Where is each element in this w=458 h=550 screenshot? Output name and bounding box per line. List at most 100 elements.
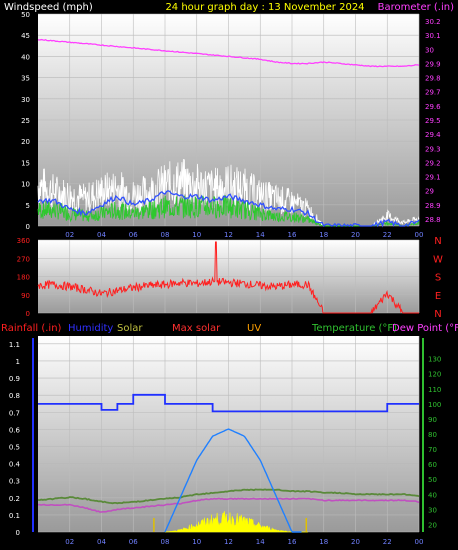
x-tick-label: 16: [288, 538, 297, 546]
temp-humidity-solar-panel: 0 0.1 0.2 0.3 0.4 0.5 0.6 0.7 0.8 0.9 1 1.1 20 30 40 5…: [9, 336, 441, 546]
x-tick-label: 06: [129, 231, 138, 239]
legend-max-solar: Max solar: [172, 323, 221, 334]
x-tick-label: 08: [161, 231, 170, 239]
x-tick-label: 20: [351, 538, 360, 546]
temperature-y-tick-label: 80: [428, 431, 437, 439]
x-tick-label: 00: [415, 231, 424, 239]
temperature-y-tick-label: 70: [428, 446, 437, 454]
x-tick-label: 18: [319, 538, 328, 546]
wind-y-tick-label: 0: [26, 223, 30, 231]
rainfall-y-axis-ticks: 0 0.1 0.2 0.3 0.4 0.5 0.6 0.7 0.8 0.9 1 1.1: [9, 338, 34, 537]
legend-uv: UV: [247, 323, 261, 334]
barometer-y-tick-label: 28.9: [425, 202, 441, 210]
compass-label: N: [434, 309, 441, 320]
wind-y-tick-label: 50: [21, 11, 30, 19]
x-tick-label: 10: [192, 538, 201, 546]
temperature-y-tick-label: 130: [428, 356, 441, 364]
x-tick-label: 02: [65, 231, 74, 239]
rainfall-y-tick-label: 0.9: [9, 375, 20, 383]
barometer-y-tick-label: 29.9: [425, 60, 441, 68]
lower-x-axis-ticks: 02 04 06 08 10 12 14 16 18 20 22 00: [65, 538, 423, 546]
rainfall-y-tick-label: 0.6: [9, 426, 21, 434]
temperature-y-tick-label: 110: [428, 386, 441, 394]
rainfall-y-tick-label: 0.1: [9, 512, 20, 520]
direction-y-tick-label: 360: [17, 237, 30, 245]
temperature-y-axis-ticks: 20 30 40 50 60 70 80 90 100 110 120 130: [422, 338, 441, 532]
barometer-y-tick-label: 29: [425, 188, 434, 196]
barometer-y-tick-label: 29.8: [425, 75, 441, 83]
rainfall-y-tick-label: 0.2: [9, 495, 20, 503]
direction-y-tick-label: 0: [26, 310, 30, 318]
wind-barometer-panel: 0 5 10 15 20 25 30 35 40 45 50 28.8 28.9 29 29.1 29.2 2…: [21, 11, 441, 239]
x-tick-label: 02: [65, 538, 74, 546]
barometer-y-tick-label: 28.8: [425, 216, 441, 224]
temperature-y-tick-label: 30: [428, 506, 437, 514]
direction-y-tick-label: 270: [17, 255, 30, 263]
wind-y-tick-label: 20: [21, 138, 30, 146]
wind-y-tick-label: 5: [26, 202, 30, 210]
barometer-y-tick-label: 29.6: [425, 103, 441, 111]
wind-y-tick-label: 25: [21, 117, 30, 125]
x-tick-label: 04: [97, 538, 106, 546]
temperature-y-tick-label: 40: [428, 491, 437, 499]
rainfall-y-tick-label: 0: [16, 529, 20, 537]
wind-y-tick-label: 35: [21, 75, 30, 83]
x-tick-label: 12: [224, 231, 233, 239]
compass-label: N: [434, 236, 441, 247]
windspeed-axis-title: Windspeed (mph): [4, 2, 93, 13]
barometer-y-tick-label: 29.7: [425, 89, 441, 97]
wind-direction-panel: 0 90 180 270 360 NWSEN: [17, 236, 443, 320]
rainfall-y-tick-label: 0.8: [9, 392, 20, 400]
x-tick-label: 00: [415, 538, 424, 546]
compass-label: W: [433, 254, 443, 265]
temperature-y-tick-label: 100: [428, 401, 441, 409]
x-tick-label: 22: [383, 538, 392, 546]
x-tick-label: 16: [288, 231, 297, 239]
wind-y-tick-label: 40: [21, 53, 30, 61]
barometer-axis-title: Barometer (.in): [378, 2, 454, 13]
x-tick-label: 14: [256, 231, 265, 239]
wind-y-tick-label: 30: [21, 96, 30, 104]
barometer-y-tick-label: 29.2: [425, 159, 441, 167]
barometer-y-tick-label: 30: [425, 46, 434, 54]
direction-y-tick-label: 180: [17, 274, 30, 282]
x-tick-label: 06: [129, 538, 138, 546]
legend-temperature: Temperature (°F): [311, 323, 397, 334]
x-tick-label: 10: [192, 231, 201, 239]
direction-y-tick-label: 90: [21, 292, 30, 300]
legend-rainfall: Rainfall (.in): [1, 323, 62, 334]
compass-labels: NWSEN: [433, 236, 443, 320]
compass-label: E: [435, 291, 441, 302]
temperature-y-tick-label: 120: [428, 371, 441, 379]
chart-title: 24 hour graph day : 13 November 2024: [165, 2, 364, 13]
temperature-y-tick-label: 60: [428, 461, 437, 469]
x-tick-label: 14: [256, 538, 265, 546]
rainfall-y-tick-label: 1: [16, 358, 20, 366]
rainfall-y-tick-label: 0.7: [9, 409, 20, 417]
legend-solar: Solar: [117, 323, 143, 334]
weather-graphs: Windspeed (mph) 24 hour graph day : 13 N…: [1, 2, 458, 546]
barometer-y-tick-label: 29.3: [425, 145, 441, 153]
wind-y-tick-label: 15: [21, 159, 30, 167]
barometer-y-axis-ticks: 28.8 28.9 29 29.1 29.2 29.3 29.4 29.5 29.6 29.7 29…: [425, 18, 441, 224]
temperature-y-tick-label: 50: [428, 476, 437, 484]
barometer-y-tick-label: 29.1: [425, 174, 441, 182]
barometer-y-tick-label: 29.5: [425, 117, 441, 125]
x-tick-label: 20: [351, 231, 360, 239]
legend-humidity: Humidity: [68, 323, 113, 334]
x-tick-label: 12: [224, 538, 233, 546]
temperature-y-tick-label: 20: [428, 521, 437, 529]
barometer-y-tick-label: 30.2: [425, 18, 441, 26]
rainfall-y-tick-label: 1.1: [9, 341, 20, 349]
barometer-y-tick-label: 30.1: [425, 32, 441, 40]
wind-y-tick-label: 10: [21, 181, 30, 189]
wind-y-axis-ticks: 0 5 10 15 20 25 30 35 40 45 50: [21, 11, 30, 231]
x-tick-label: 18: [319, 231, 328, 239]
rainfall-y-tick-label: 0.5: [9, 443, 20, 451]
x-tick-label: 04: [97, 231, 106, 239]
legend-dew-point: Dew Point (°F: [392, 323, 458, 334]
temperature-y-tick-label: 90: [428, 416, 437, 424]
direction-y-axis-ticks: 0 90 180 270 360: [17, 237, 30, 318]
wind-y-tick-label: 45: [21, 32, 30, 40]
rainfall-y-tick-label: 0.4: [9, 461, 21, 469]
